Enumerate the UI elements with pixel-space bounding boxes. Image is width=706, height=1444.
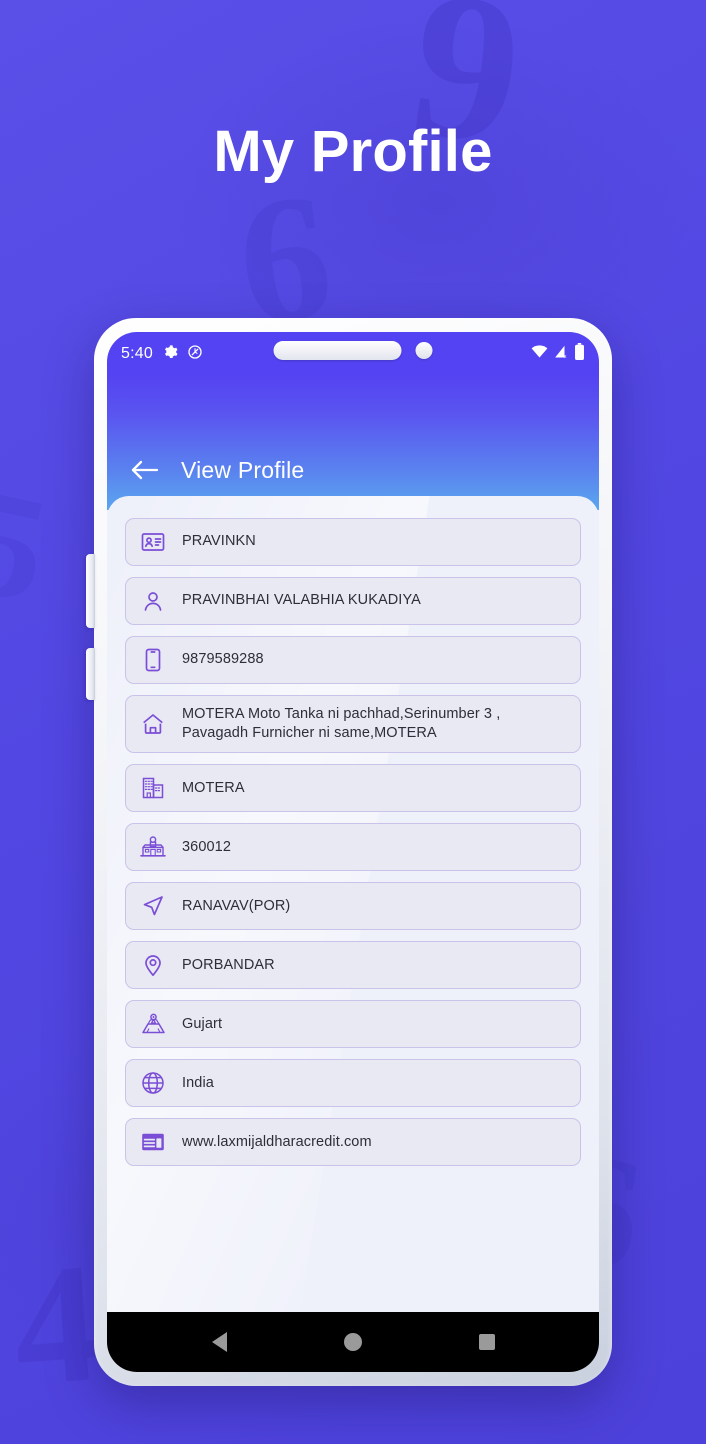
phone-screen: 5:40 x View Profile PRAVINKN PRAVINBHAI …: [107, 332, 599, 1372]
profile-field-website[interactable]: www.laxmijaldharacredit.com: [125, 1118, 581, 1167]
signal-no-sim-icon: x: [553, 345, 569, 364]
profile-field-value: 360012: [182, 838, 231, 855]
power-button[interactable]: [86, 648, 95, 700]
background-watermark: 4: [7, 1228, 100, 1422]
profile-field-full-name[interactable]: PRAVINBHAI VALABHIA KUKADIYA: [125, 577, 581, 625]
status-bar-right: x: [531, 332, 585, 376]
nav-home-button[interactable]: [343, 1333, 362, 1351]
earpiece-speaker: [273, 341, 402, 360]
id-card-icon: [140, 529, 166, 555]
profile-field-value: RANAVAV(POR): [182, 897, 291, 914]
profile-field-value: PORBANDAR: [182, 956, 275, 973]
screen-notch: [273, 341, 433, 360]
front-camera: [415, 342, 433, 359]
building-icon: [140, 775, 166, 801]
globe-icon: [140, 1070, 166, 1096]
profile-field-address[interactable]: MOTERA Moto Tanka ni pachhad,Serinumber …: [125, 695, 581, 754]
phone-icon: [140, 647, 166, 673]
app-bar: View Profile: [107, 376, 599, 510]
map-icon: [140, 1011, 166, 1037]
battery-full-icon: [574, 343, 585, 365]
website-icon: [140, 1129, 166, 1155]
post-office-icon: [140, 834, 166, 860]
profile-field-username[interactable]: PRAVINKN: [125, 518, 581, 566]
volume-button[interactable]: [86, 554, 95, 628]
person-icon: [140, 588, 166, 614]
back-arrow-icon[interactable]: [131, 459, 159, 486]
svg-text:x: x: [564, 353, 567, 358]
nav-back-button[interactable]: [211, 1332, 227, 1352]
profile-field-state[interactable]: Gujart: [125, 1000, 581, 1049]
page-title: My Profile: [213, 119, 493, 184]
profile-field-city[interactable]: MOTERA: [125, 764, 581, 813]
profile-field-taluka[interactable]: RANAVAV(POR): [125, 882, 581, 931]
profile-field-value: Gujart: [182, 1015, 223, 1032]
profile-field-value: MOTERA Moto Tanka ni pachhad,Serinumber …: [182, 706, 501, 742]
navigation-icon: [140, 893, 166, 919]
profile-field-country[interactable]: India: [125, 1059, 581, 1108]
gear-icon: [162, 344, 178, 365]
profile-field-value: www.laxmijaldharacredit.com: [182, 1133, 372, 1150]
map-pin-icon: [140, 952, 166, 978]
profile-field-pincode[interactable]: 360012: [125, 823, 581, 872]
profile-field-value: PRAVINKN: [182, 533, 256, 550]
wifi-icon: [531, 345, 548, 363]
profile-field-value: MOTERA: [182, 779, 245, 796]
app-bar-title: View Profile: [181, 457, 305, 483]
nav-recents-button[interactable]: [478, 1334, 495, 1350]
background-watermark: 5: [0, 456, 54, 634]
profile-field-mobile[interactable]: 9879589288: [125, 636, 581, 684]
location-off-icon: [187, 344, 203, 365]
profile-field-value: India: [182, 1074, 214, 1091]
status-bar-clock: 5:40: [121, 345, 153, 362]
status-bar-left: 5:40: [121, 344, 203, 365]
profile-sheet: PRAVINKN PRAVINBHAI VALABHIA KUKADIYA 98…: [107, 496, 599, 1312]
android-nav-bar: [107, 1312, 599, 1372]
profile-field-district[interactable]: PORBANDAR: [125, 941, 581, 990]
profile-field-value: PRAVINBHAI VALABHIA KUKADIYA: [182, 592, 421, 609]
profile-field-value: 9879589288: [182, 651, 264, 668]
status-bar: 5:40 x: [107, 332, 599, 376]
phone-mockup: 5:40 x View Profile PRAVINKN PRAVINBHAI …: [86, 318, 612, 1386]
home-icon: [140, 711, 166, 737]
